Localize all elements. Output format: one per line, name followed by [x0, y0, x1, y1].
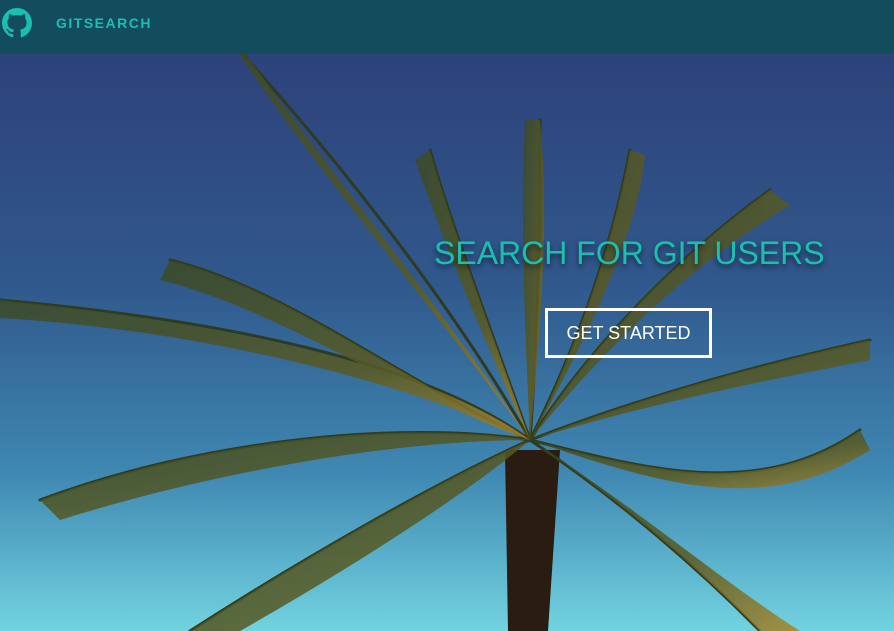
brand-link[interactable]: GITSEARCH — [56, 15, 152, 31]
github-icon[interactable] — [2, 8, 32, 38]
palm-tree-background-image — [0, 0, 894, 631]
hero-title: SEARCH FOR GIT USERS — [434, 235, 825, 271]
top-navbar: GITSEARCH — [0, 0, 894, 54]
landing-page: GITSEARCH SEARCH FOR GIT USERS GET START… — [0, 0, 894, 631]
get-started-button[interactable]: GET STARTED — [545, 308, 712, 358]
